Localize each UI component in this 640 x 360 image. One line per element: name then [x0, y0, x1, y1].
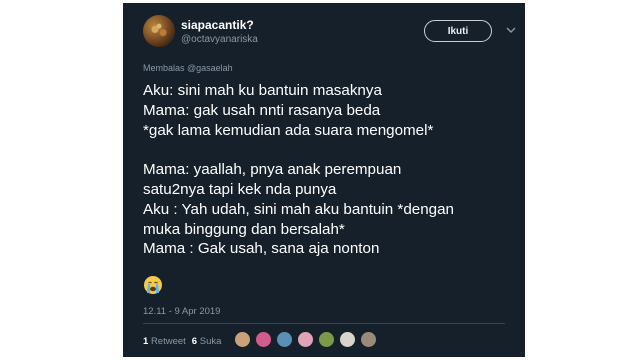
tweet-line: Mama: gak usah nnti rasanya beda	[143, 101, 381, 119]
like-label: Suka	[199, 336, 222, 347]
liker-avatar[interactable]	[318, 331, 335, 348]
liker-avatar[interactable]	[234, 331, 251, 348]
liker-avatar[interactable]	[255, 331, 272, 348]
user-handle[interactable]: @octavyanariska	[181, 34, 258, 45]
liker-avatar[interactable]	[276, 331, 293, 348]
tweet-line: *gak lama kemudian ada suara mengomel*	[143, 121, 434, 139]
liker-avatar[interactable]	[360, 331, 377, 348]
user-avatar[interactable]	[143, 15, 175, 47]
tweet-line: Mama : Gak usah, sana aja nonton	[143, 240, 380, 258]
tweet-line: muka binggung dan bersalah*	[143, 220, 345, 238]
tweet-text: Aku: sini mah ku bantuin masaknya Mama: …	[143, 81, 513, 259]
tweet-stats: 1 Retweet 6 Suka	[143, 336, 221, 347]
liker-avatars	[234, 331, 377, 348]
liker-avatar[interactable]	[297, 331, 314, 348]
tweet-line: Aku : Yah udah, sini mah aku bantuin *de…	[143, 200, 455, 218]
retweet-label: Retweet	[150, 336, 186, 347]
divider	[143, 323, 505, 324]
retweet-count: 1	[143, 336, 149, 347]
tweet-card: siapacantik? @octavyanariska Ikuti Memba…	[123, 3, 525, 357]
liker-avatar[interactable]	[339, 331, 356, 348]
tweet-line: Aku: sini mah ku bantuin masaknya	[143, 82, 382, 99]
retweet-stat[interactable]: 1 Retweet	[143, 336, 186, 347]
follow-button[interactable]: Ikuti	[424, 20, 492, 42]
like-count: 6	[191, 336, 198, 347]
tweet-timestamp[interactable]: 12.11 - 9 Apr 2019	[143, 306, 220, 317]
chevron-down-icon[interactable]	[504, 23, 518, 37]
like-stat[interactable]: 6 Suka	[192, 336, 222, 347]
reply-to-label[interactable]: Membalas @gasaelah	[143, 63, 233, 73]
display-name[interactable]: siapacantik?	[181, 18, 254, 32]
crying-face-emoji-icon	[144, 276, 162, 294]
tweet-line: satu2nya tapi kek nda punya	[143, 180, 337, 198]
tweet-line: Mama: yaallah, pnya anak perempuan	[143, 161, 402, 179]
